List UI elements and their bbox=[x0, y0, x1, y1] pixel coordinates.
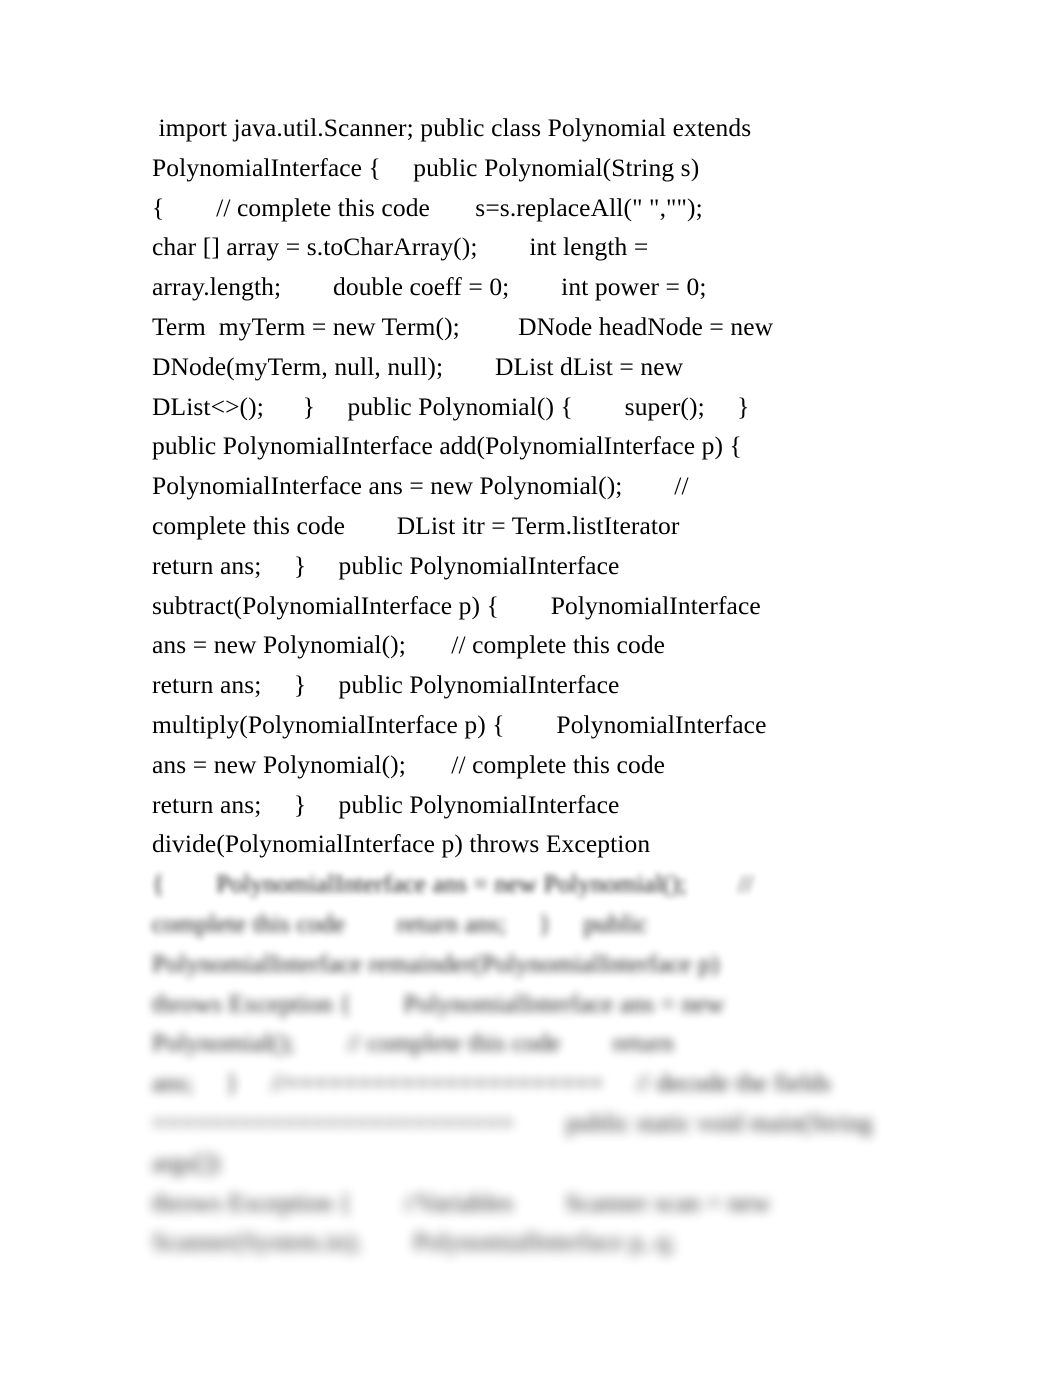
code-line: PolynomialInterface { public Polynomial(… bbox=[152, 152, 700, 182]
code-line: return ans; } public PolynomialInterface bbox=[152, 789, 620, 819]
code-line: import java.util.Scanner; public class P… bbox=[152, 113, 752, 142]
code-line: subtract(PolynomialInterface p) { Polyno… bbox=[152, 590, 761, 620]
code-line: Term myTerm = new Term(); DNode headNode… bbox=[152, 311, 774, 341]
code-line: complete this code return ans; } public bbox=[152, 908, 648, 938]
code-line: divide(PolynomialInterface p) throws Exc… bbox=[152, 829, 651, 859]
code-line: { // complete this code s=s.replaceAll("… bbox=[152, 192, 703, 222]
code-line: ans; } //====================== // decod… bbox=[152, 1068, 832, 1098]
document-page: import java.util.Scanner; public class P… bbox=[0, 0, 1062, 1377]
code-line: ans = new Polynomial(); // complete this… bbox=[152, 630, 666, 660]
code-line: Scanner(System.in); PolynomialInterface … bbox=[152, 1227, 676, 1257]
code-line: return ans; } public PolynomialInterface bbox=[152, 550, 620, 580]
code-line: DList<>(); } public Polynomial() { super… bbox=[152, 391, 750, 421]
code-line: return ans; } public PolynomialInterface bbox=[152, 670, 620, 700]
code-line: array.length; double coeff = 0; int powe… bbox=[152, 272, 707, 302]
code-line: DNode(myTerm, null, null); DList dList =… bbox=[152, 351, 684, 381]
code-text-block: import java.util.Scanner; public class P… bbox=[152, 108, 894, 1262]
code-line: PolynomialInterface ans = new Polynomial… bbox=[152, 471, 689, 501]
code-line: { PolynomialInterface ans = new Polynomi… bbox=[152, 869, 753, 899]
code-line: Polynomial(); // complete this code retu… bbox=[152, 1028, 674, 1058]
code-line: complete this code DList itr = Term.list… bbox=[152, 510, 680, 540]
code-line: multiply(PolynomialInterface p) { Polyno… bbox=[152, 709, 767, 739]
code-line: char [] array = s.toCharArray(); int len… bbox=[152, 232, 649, 262]
code-line: throws Exception { PolynomialInterface a… bbox=[152, 988, 725, 1018]
code-line: ans = new Polynomial(); // complete this… bbox=[152, 749, 666, 779]
code-line: ========================= public static … bbox=[152, 1107, 880, 1177]
code-line: PolynomialInterface remainder(Polynomial… bbox=[152, 948, 720, 978]
code-line: throws Exception { //Variables Scanner s… bbox=[152, 1187, 771, 1217]
code-line: public PolynomialInterface add(Polynomia… bbox=[152, 431, 742, 461]
